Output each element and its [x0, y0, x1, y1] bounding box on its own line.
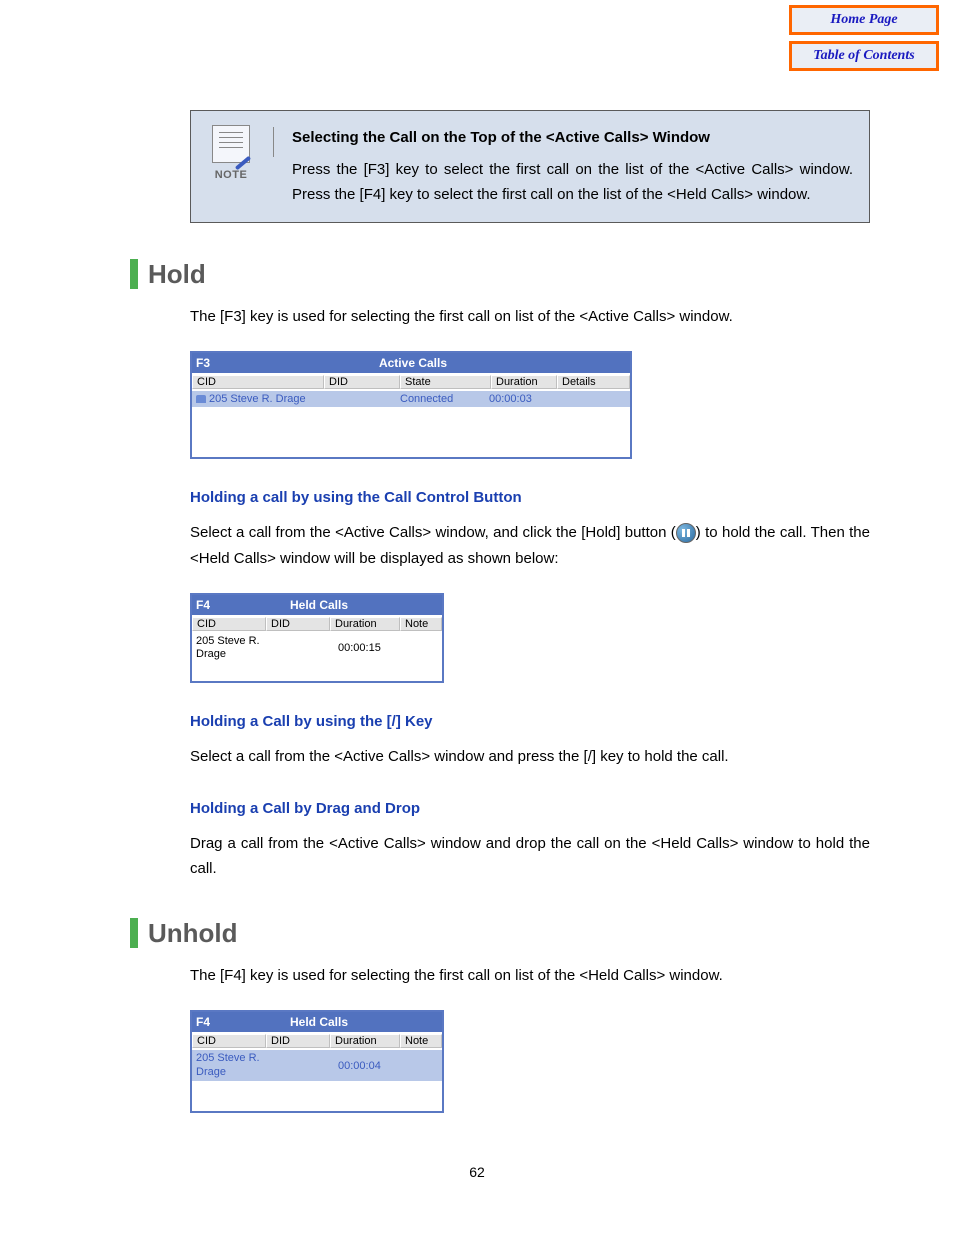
- column-note[interactable]: Note: [400, 617, 442, 631]
- note-icon: [212, 125, 250, 163]
- column-duration[interactable]: Duration: [491, 375, 557, 389]
- hold-button-icon: [676, 523, 696, 543]
- cell-state: Connected: [396, 393, 485, 405]
- held-call-row[interactable]: 205 Steve R. Drage 00:00:15: [192, 633, 442, 663]
- active-call-row[interactable]: 205 Steve R. Drage Connected 00:00:03: [192, 391, 630, 407]
- table-of-contents-link[interactable]: Table of Contents: [789, 41, 939, 71]
- note-body-text: Press the [F3] key to select the first c…: [292, 157, 853, 208]
- column-details[interactable]: Details: [557, 375, 630, 389]
- column-cid[interactable]: CID: [192, 1034, 266, 1048]
- note-label: NOTE: [207, 169, 255, 181]
- held-calls-1-title: Held Calls: [196, 598, 442, 612]
- column-cid[interactable]: CID: [192, 375, 324, 389]
- column-duration[interactable]: Duration: [330, 617, 400, 631]
- section-bar-icon: [130, 918, 138, 948]
- hold-sub1-heading: Holding a call by using the Call Control…: [190, 489, 870, 506]
- held-calls-window-1: F4 Held Calls CID DID Duration Note 205 …: [190, 593, 444, 683]
- held-calls-window-2: F4 Held Calls CID DID Duration Note 205 …: [190, 1010, 444, 1112]
- active-calls-title: Active Calls: [196, 356, 630, 370]
- unhold-section-title: Unhold: [148, 918, 238, 949]
- held-calls-2-title: Held Calls: [196, 1015, 442, 1029]
- section-bar-icon: [130, 259, 138, 289]
- column-cid[interactable]: CID: [192, 617, 266, 631]
- column-did[interactable]: DID: [266, 617, 330, 631]
- hold-intro-text: The [F3] key is used for selecting the f…: [190, 304, 870, 330]
- active-calls-window: F3 Active Calls CID DID State Duration D…: [190, 351, 632, 459]
- column-duration[interactable]: Duration: [330, 1034, 400, 1048]
- cell-duration: 00:00:03: [485, 393, 549, 405]
- note-box: NOTE Selecting the Call on the Top of th…: [190, 110, 870, 223]
- cell-note: [406, 1064, 442, 1068]
- cell-did: [268, 646, 334, 650]
- cell-duration: 00:00:15: [334, 640, 406, 656]
- hold-sub2-heading: Holding a Call by using the [/] Key: [190, 713, 870, 730]
- hold-section-title: Hold: [148, 259, 206, 290]
- cell-did: [268, 1064, 334, 1068]
- column-note[interactable]: Note: [400, 1034, 442, 1048]
- hold-sub2-text: Select a call from the <Active Calls> wi…: [190, 744, 870, 770]
- home-page-link[interactable]: Home Page: [789, 5, 939, 35]
- cell-cid: 205 Steve R. Drage: [209, 393, 306, 405]
- unhold-intro-text: The [F4] key is used for selecting the f…: [190, 963, 870, 989]
- cell-duration: 00:00:04: [334, 1058, 406, 1074]
- cell-cid: 205 Steve R. Drage: [192, 1050, 268, 1080]
- held-call-row[interactable]: 205 Steve R. Drage 00:00:04: [192, 1050, 442, 1080]
- column-state[interactable]: State: [400, 375, 491, 389]
- page-number: 62: [0, 1164, 954, 1180]
- cell-note: [406, 646, 442, 650]
- hold-sub1-text: Select a call from the <Active Calls> wi…: [190, 520, 870, 571]
- column-did[interactable]: DID: [324, 375, 400, 389]
- hold-sub3-text: Drag a call from the <Active Calls> wind…: [190, 831, 870, 882]
- hold-sub3-heading: Holding a Call by Drag and Drop: [190, 800, 870, 817]
- note-title: Selecting the Call on the Top of the <Ac…: [292, 125, 853, 151]
- column-did[interactable]: DID: [266, 1034, 330, 1048]
- cell-cid: 205 Steve R. Drage: [192, 633, 268, 663]
- call-icon: [196, 395, 206, 403]
